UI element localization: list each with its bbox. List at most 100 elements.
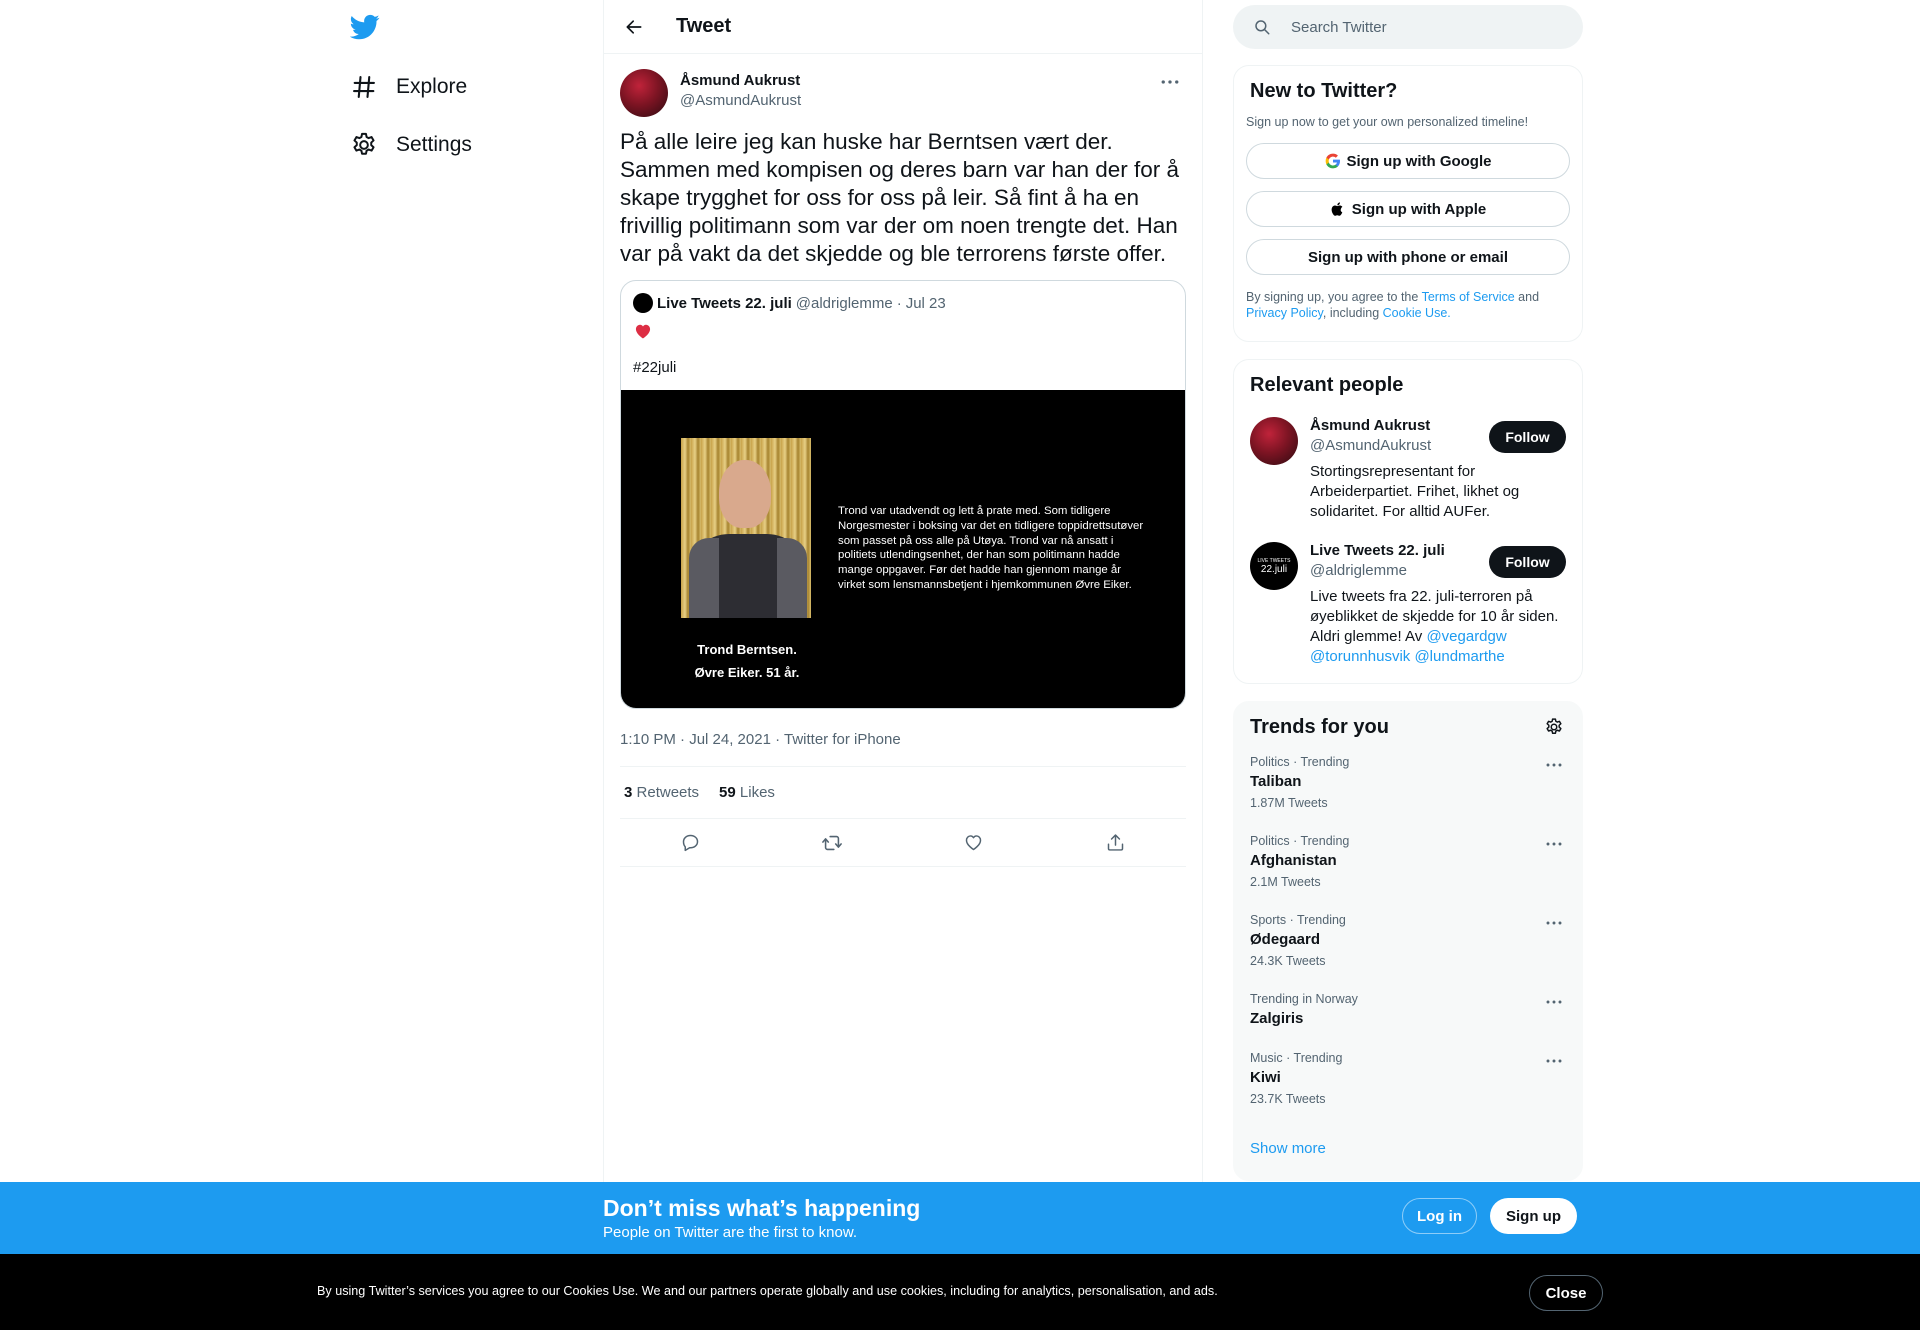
new-to-twitter-subtitle: Sign up now to get your own personalized…	[1246, 115, 1529, 129]
share-button[interactable]	[1098, 826, 1132, 860]
nav-explore-label: Explore	[396, 75, 468, 98]
trend-name: Zalgiris	[1250, 1010, 1304, 1027]
more-options-button[interactable]	[1154, 72, 1186, 92]
avatar-big-text: 22.juli	[1260, 563, 1288, 575]
nav-settings[interactable]: Settings	[350, 121, 472, 169]
author-handle[interactable]: @AsmundAukrust	[680, 92, 801, 109]
media-body-text: Trond var utadvendt og lett å prate med.…	[838, 505, 1144, 591]
retweet-icon	[822, 835, 843, 850]
search-input[interactable]	[1291, 18, 1551, 36]
quoted-avatar	[633, 293, 653, 313]
quoted-author-handle: @aldriglemme	[795, 294, 893, 312]
signup-google-button[interactable]: Sign up with Google	[1246, 143, 1570, 179]
signup-apple-label: Sign up with Apple	[1351, 200, 1487, 218]
quoted-tweet-body: #22juli	[621, 313, 1185, 390]
signup-apple-button[interactable]: Sign up with Apple	[1246, 191, 1570, 227]
likes-stat[interactable]: 59 Likes	[719, 784, 775, 801]
trend-count: 2.1M Tweets	[1250, 875, 1321, 889]
signup-phone-email-button[interactable]: Sign up with phone or email	[1246, 239, 1570, 275]
person-bio: Stortingsrepresentant for Arbeiderpartie…	[1310, 463, 1520, 520]
mention-link[interactable]: @lundmarthe	[1414, 648, 1504, 665]
more-dots-icon	[1161, 80, 1179, 84]
signup-banner: Don’t miss what’s happening People on Tw…	[0, 1182, 1920, 1254]
tweet-detail: Åsmund Aukrust @AsmundAukrust På alle le…	[604, 54, 1202, 867]
trend-meta: Politics · Trending	[1250, 834, 1350, 848]
google-icon	[1325, 153, 1340, 169]
terms-of-service-link[interactable]: Terms of Service	[1422, 290, 1515, 304]
mention-link[interactable]: @torunnhusvik	[1310, 648, 1410, 665]
trend-name: Ødegaard	[1250, 931, 1321, 948]
new-to-twitter-card: New to Twitter? Sign up now to get your …	[1233, 65, 1583, 342]
retweets-stat[interactable]: 3 Retweets	[624, 784, 699, 801]
quoted-media-image[interactable]: Trond Berntsen. Øvre Eiker. 51 år. Trond…	[621, 390, 1185, 708]
trend-meta: Music · Trending	[1250, 1051, 1343, 1065]
tweet-author-row: Åsmund Aukrust @AsmundAukrust	[620, 64, 1186, 117]
follow-button[interactable]: Follow	[1489, 421, 1566, 453]
trend-more-button[interactable]	[1542, 994, 1566, 1010]
trend-item[interactable]: Trending in Norway Zalgiris	[1250, 992, 1566, 1027]
trend-more-button[interactable]	[1542, 836, 1566, 852]
avatar[interactable]	[620, 69, 668, 117]
avatar[interactable]: LIVE TWEETS 22.juli	[1250, 542, 1298, 590]
search-box[interactable]	[1233, 5, 1583, 49]
relevant-people-title: Relevant people	[1250, 374, 1404, 396]
reply-icon	[683, 834, 699, 852]
trend-more-button[interactable]	[1542, 1053, 1566, 1069]
person-bio: Live tweets fra 22. juli-terroren på øye…	[1310, 587, 1570, 667]
cookie-close-button[interactable]: Close	[1529, 1275, 1603, 1311]
quoted-separator: ·	[896, 294, 902, 312]
person-item[interactable]: Åsmund Aukrust @AsmundAukrust Stortingsr…	[1250, 417, 1566, 522]
banner-subtitle: People on Twitter are the first to know.	[603, 1224, 858, 1241]
signup-button[interactable]: Sign up	[1490, 1198, 1577, 1234]
signup-legal-text: By signing up, you agree to the Terms of…	[1246, 289, 1570, 321]
new-to-twitter-title: New to Twitter?	[1250, 80, 1398, 102]
signup-phone-email-label: Sign up with phone or email	[1307, 248, 1508, 266]
privacy-policy-link[interactable]: Privacy Policy	[1246, 306, 1323, 320]
trend-more-button[interactable]	[1542, 915, 1566, 931]
trend-item[interactable]: Politics · Trending Taliban 1.87M Tweets	[1250, 755, 1566, 810]
person-item[interactable]: LIVE TWEETS 22.juli Live Tweets 22. juli…	[1250, 542, 1566, 667]
trend-name: Taliban	[1250, 773, 1302, 790]
like-button[interactable]	[957, 826, 991, 860]
legal-prefix: By signing up, you agree to the	[1246, 290, 1419, 304]
quoted-tweet-header: Live Tweets 22. juli @aldriglemme · Jul …	[621, 281, 1185, 313]
trend-count: 23.7K Tweets	[1250, 1092, 1326, 1106]
retweet-button[interactable]	[815, 826, 849, 860]
trend-item[interactable]: Music · Trending Kiwi 23.7K Tweets	[1250, 1051, 1566, 1106]
login-button[interactable]: Log in	[1402, 1198, 1477, 1234]
mention-link[interactable]: @vegardgw	[1426, 628, 1506, 645]
trend-meta: Trending in Norway	[1250, 992, 1358, 1006]
trend-item[interactable]: Sports · Trending Ødegaard 24.3K Tweets	[1250, 913, 1566, 968]
quoted-tweet[interactable]: Live Tweets 22. juli @aldriglemme · Jul …	[620, 280, 1186, 709]
back-button[interactable]	[614, 7, 654, 47]
trend-meta: Politics · Trending	[1250, 755, 1350, 769]
trend-item[interactable]: Politics · Trending Afghanistan 2.1M Twe…	[1250, 834, 1566, 889]
banner-title: Don’t miss what’s happening	[603, 1195, 921, 1221]
nav-explore[interactable]: Explore	[350, 63, 467, 111]
more-dots-icon	[1546, 842, 1562, 846]
like-icon	[966, 835, 982, 851]
show-more-link[interactable]: Show more	[1250, 1140, 1566, 1157]
cookie-use-link[interactable]: Cookie Use.	[1383, 306, 1451, 320]
relevant-people-card: Relevant people Åsmund Aukrust @AsmundAu…	[1233, 359, 1583, 684]
retweets-label: Retweets	[636, 784, 700, 801]
twitter-bird-icon[interactable]	[350, 12, 386, 44]
nav-settings-label: Settings	[396, 133, 472, 156]
search-icon	[1255, 20, 1270, 35]
reply-button[interactable]	[674, 826, 708, 860]
author-name[interactable]: Åsmund Aukrust	[680, 72, 801, 89]
tweet-timestamp[interactable]: 1:10 PM · Jul 24, 2021 · Twitter for iPh…	[620, 731, 1186, 767]
gear-icon[interactable]	[1544, 717, 1566, 739]
photo-caption: Trond Berntsen. Øvre Eiker. 51 år.	[669, 638, 825, 684]
trend-more-button[interactable]	[1542, 757, 1566, 773]
more-dots-icon	[1546, 1000, 1562, 1004]
red-heart-icon	[633, 321, 653, 341]
legal-including: , including	[1322, 306, 1380, 320]
quoted-hashtag: #22juli	[633, 359, 677, 376]
follow-button[interactable]: Follow	[1489, 546, 1566, 578]
tweet-stats: 3 Retweets 59 Likes	[620, 767, 1186, 819]
avatar[interactable]	[1250, 417, 1298, 465]
portrait-photo	[681, 438, 811, 618]
gear-icon	[350, 131, 378, 159]
trend-name: Kiwi	[1250, 1069, 1281, 1086]
